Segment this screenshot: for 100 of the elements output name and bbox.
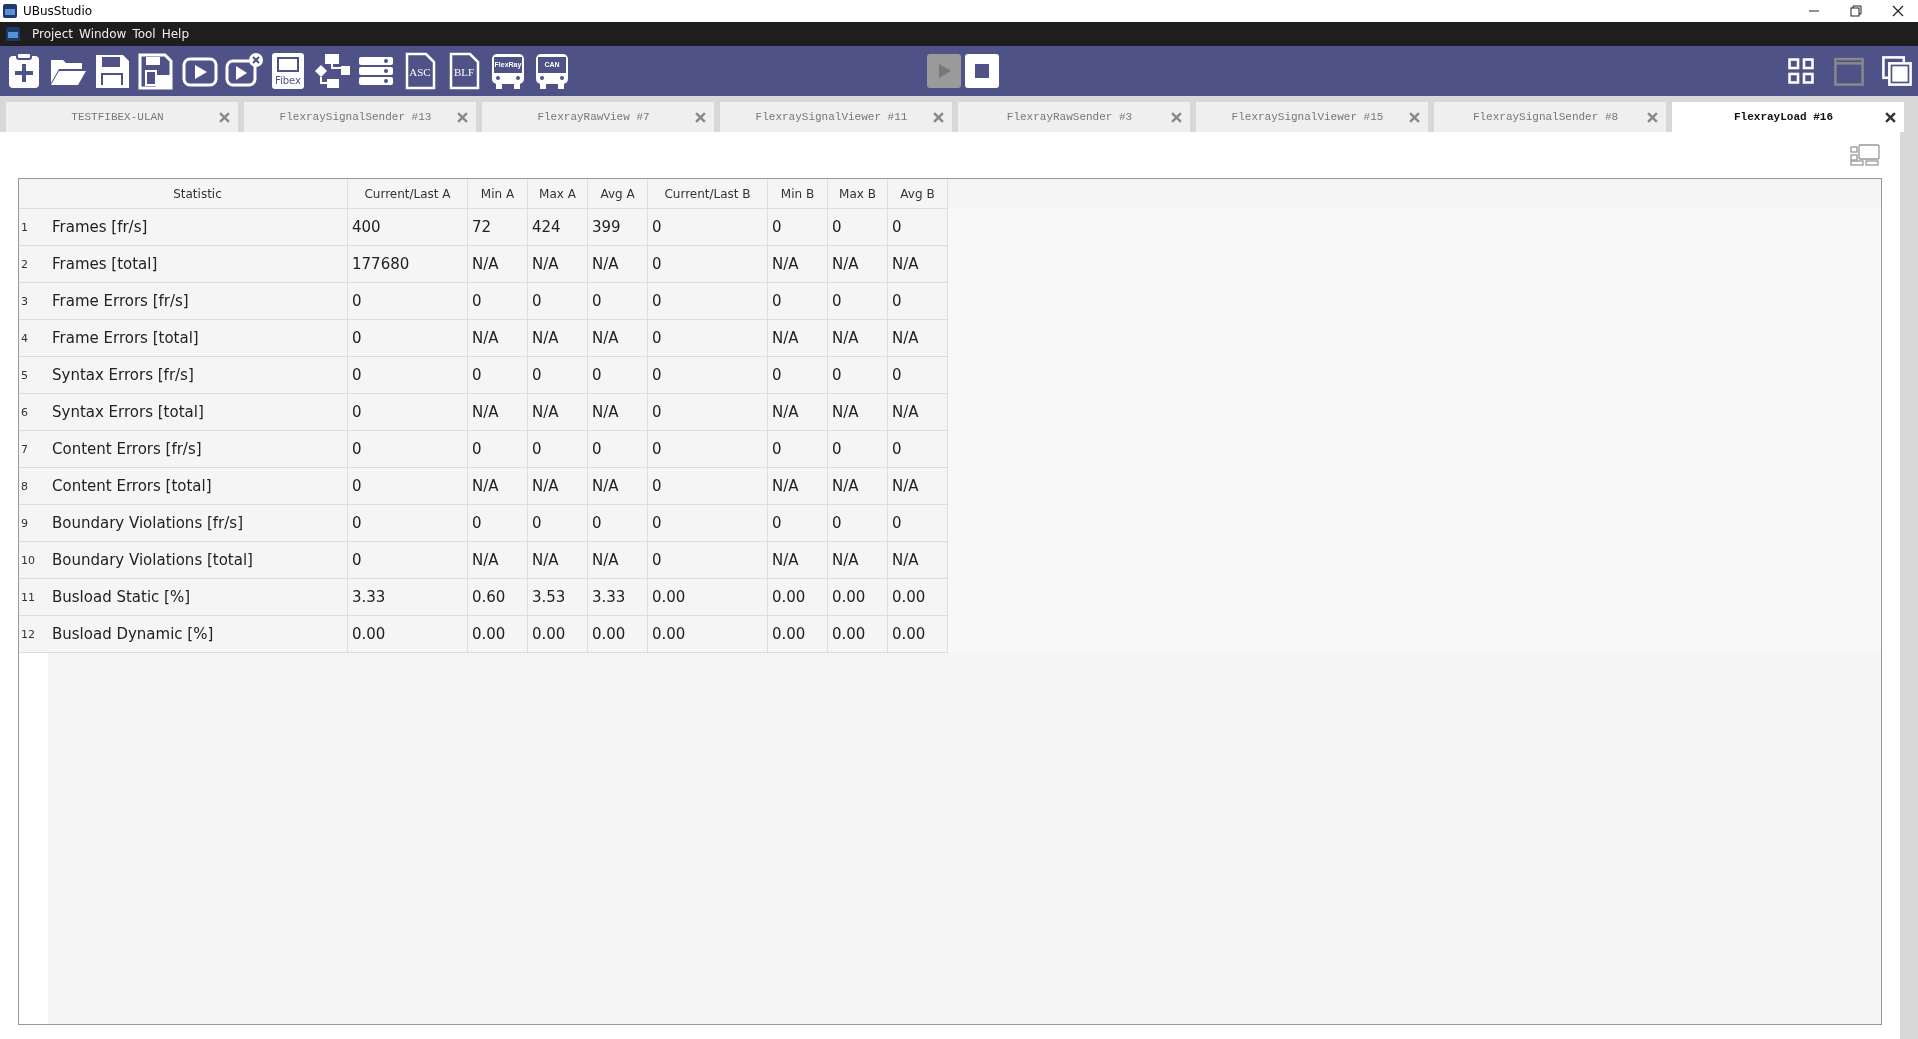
table-cell: 0: [348, 505, 468, 542]
close-button[interactable]: [1892, 5, 1904, 17]
table-cell: 0: [648, 542, 768, 579]
table-cell: N/A: [888, 542, 948, 579]
column-header[interactable]: Current/Last B: [648, 179, 768, 209]
table-cell: 3.33: [588, 579, 648, 616]
table-cell: 0: [828, 431, 888, 468]
column-header[interactable]: Max B: [828, 179, 888, 209]
table-cell: Boundary Violations [fr/s]: [48, 505, 348, 542]
table-cell: N/A: [468, 542, 528, 579]
close-icon[interactable]: [1885, 111, 1896, 123]
table-cell: N/A: [888, 468, 948, 505]
table-cell: 399: [588, 209, 648, 246]
table-cell: 0: [828, 357, 888, 394]
restore-button[interactable]: [1850, 5, 1862, 17]
table-cell: 0: [468, 283, 528, 320]
table-cell: Boundary Violations [total]: [48, 542, 348, 579]
column-header[interactable]: Min B: [768, 179, 828, 209]
column-header[interactable]: Max A: [528, 179, 588, 209]
save-as-icon[interactable]: [136, 51, 176, 91]
table-cell: 0.00: [828, 616, 888, 653]
table-cell: Frame Errors [total]: [48, 320, 348, 357]
table-cell: 0: [648, 357, 768, 394]
table-cell: 0.00: [828, 579, 888, 616]
column-header[interactable]: Current/Last A: [348, 179, 468, 209]
table-cell: N/A: [888, 246, 948, 283]
table-cell: 0: [648, 209, 768, 246]
table-cell: 0: [768, 357, 828, 394]
table-cell: 0.00: [348, 616, 468, 653]
table-cell: 0: [888, 505, 948, 542]
table-cell: 0: [348, 283, 468, 320]
table-cell: 0: [768, 209, 828, 246]
tab[interactable]: FlexrayRawView #7: [482, 102, 714, 132]
table-cell: 3.33: [348, 579, 468, 616]
table-cell: 0: [588, 431, 648, 468]
table-cell: 0: [348, 320, 468, 357]
table-cell: 177680: [348, 246, 468, 283]
app-icon: [6, 27, 20, 41]
table-cell: Syntax Errors [total]: [48, 394, 348, 431]
table-cell: Busload Static [%]: [48, 579, 348, 616]
table-cell: N/A: [468, 320, 528, 357]
table-cell: N/A: [828, 468, 888, 505]
menu-item[interactable]: Help: [161, 27, 190, 41]
tab[interactable]: FlexraySignalViewer #11: [720, 102, 952, 132]
tab[interactable]: TESTFIBEX-ULAN: [6, 102, 238, 132]
table-cell: 72: [468, 209, 528, 246]
table-cell: 0: [888, 209, 948, 246]
tab[interactable]: FlexrayRawSender #3: [958, 102, 1190, 132]
table-cell: N/A: [828, 246, 888, 283]
stop-icon[interactable]: [972, 61, 992, 81]
table-cell: 0: [648, 246, 768, 283]
table-cell: 0: [588, 357, 648, 394]
table-cell: 0: [468, 505, 528, 542]
app-icon: [3, 4, 17, 18]
table-cell: 0: [348, 357, 468, 394]
table-cell: 0: [648, 394, 768, 431]
stop-button[interactable]: [965, 54, 999, 88]
table-cell: 0: [828, 209, 888, 246]
menu-item[interactable]: Window: [79, 27, 127, 41]
table-cell: N/A: [528, 542, 588, 579]
menu-item[interactable]: Tool: [132, 27, 156, 41]
column-header[interactable]: Avg B: [888, 179, 948, 209]
menu-item[interactable]: Project: [32, 27, 74, 41]
table-cell: 0: [528, 505, 588, 542]
table-cell: N/A: [468, 468, 528, 505]
table-cell: 0.00: [528, 616, 588, 653]
table-cell: 0: [588, 283, 648, 320]
table-cell: N/A: [528, 468, 588, 505]
table-cell: 0: [528, 283, 588, 320]
table-cell: 0: [648, 505, 768, 542]
table-cell: 0: [468, 431, 528, 468]
column-header[interactable]: Statistic: [48, 179, 348, 209]
table-cell: N/A: [528, 246, 588, 283]
table-cell: 3.53: [528, 579, 588, 616]
tab[interactable]: FlexraySignalSender #13: [244, 102, 476, 132]
tab[interactable]: FlexraySignalViewer #15: [1196, 102, 1428, 132]
table-cell: 0: [348, 394, 468, 431]
table-cell: 0.00: [888, 616, 948, 653]
tab[interactable]: FlexrayLoad #16: [1672, 102, 1904, 132]
table-cell: N/A: [468, 246, 528, 283]
table-cell: 0: [348, 468, 468, 505]
table-cell: Frames [fr/s]: [48, 209, 348, 246]
table-cell: 0: [528, 431, 588, 468]
table-cell: N/A: [588, 320, 648, 357]
table-cell: N/A: [768, 394, 828, 431]
table-cell: N/A: [588, 542, 648, 579]
table-cell: 0: [648, 468, 768, 505]
window-title: UBusStudio: [23, 4, 93, 18]
table-cell: 0: [888, 357, 948, 394]
table-cell: N/A: [768, 320, 828, 357]
cascade-icon[interactable]: [1880, 54, 1914, 88]
column-header[interactable]: Avg A: [588, 179, 648, 209]
tab[interactable]: FlexraySignalSender #8: [1434, 102, 1666, 132]
table-cell: 0: [888, 431, 948, 468]
table-cell: 400: [348, 209, 468, 246]
table-cell: N/A: [828, 394, 888, 431]
column-header[interactable]: Min A: [468, 179, 528, 209]
table-cell: N/A: [888, 320, 948, 357]
table-cell: N/A: [768, 246, 828, 283]
table-cell: N/A: [528, 394, 588, 431]
